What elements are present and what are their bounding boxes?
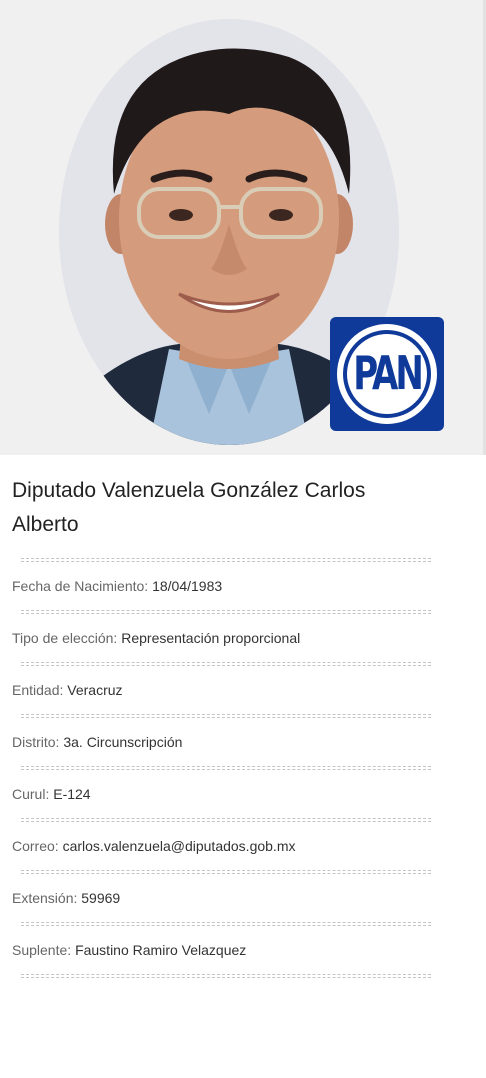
party-logo: PAN	[330, 317, 444, 431]
info-row-birthdate: Fecha de Nacimiento: 18/04/1983	[12, 562, 432, 610]
info-value: Representación proporcional	[121, 630, 301, 646]
info-row-email: Correo: carlos.valenzuela@diputados.gob.…	[12, 822, 432, 870]
info-label: Fecha de Nacimiento:	[12, 578, 153, 594]
info-value: E-124	[53, 786, 91, 802]
info-row-district: Distrito: 3a. Circunscripción	[12, 718, 432, 766]
party-logo-ring: PAN	[337, 324, 437, 424]
info-value: 3a. Circunscripción	[63, 734, 183, 750]
info-label: Correo:	[12, 838, 63, 854]
info-value: 59969	[81, 890, 121, 906]
party-logo-text: PAN	[353, 347, 424, 401]
info-label: Suplente:	[12, 942, 76, 958]
info-label: Extensión:	[12, 890, 82, 906]
info-row-substitute: Suplente: Faustino Ramiro Velazquez	[12, 926, 432, 974]
party-logo-inner-white: PAN	[347, 334, 427, 414]
info-row-state: Entidad: Veracruz	[12, 666, 432, 714]
info-list: Fecha de Nacimiento: 18/04/1983 Tipo de …	[12, 558, 432, 978]
separator	[12, 974, 432, 978]
info-label: Tipo de elección:	[12, 630, 122, 646]
info-row-seat: Curul: E-124	[12, 770, 432, 818]
profile-header: PAN	[0, 0, 486, 455]
info-row-election-type: Tipo de elección: Representación proporc…	[12, 614, 432, 662]
info-value: Faustino Ramiro Velazquez	[75, 942, 247, 958]
email-value[interactable]: carlos.valenzuela@diputados.gob.mx	[63, 838, 296, 854]
info-value: 18/04/1983	[152, 578, 223, 594]
info-row-extension: Extensión: 59969	[12, 874, 432, 922]
dashed-divider	[21, 974, 431, 978]
info-label: Curul:	[12, 786, 54, 802]
party-logo-inner: PAN	[343, 330, 431, 418]
info-label: Distrito:	[12, 734, 64, 750]
info-label: Entidad:	[12, 682, 68, 698]
deputy-name: Diputado Valenzuela González Carlos Albe…	[12, 479, 366, 536]
info-value: Veracruz	[67, 682, 123, 698]
